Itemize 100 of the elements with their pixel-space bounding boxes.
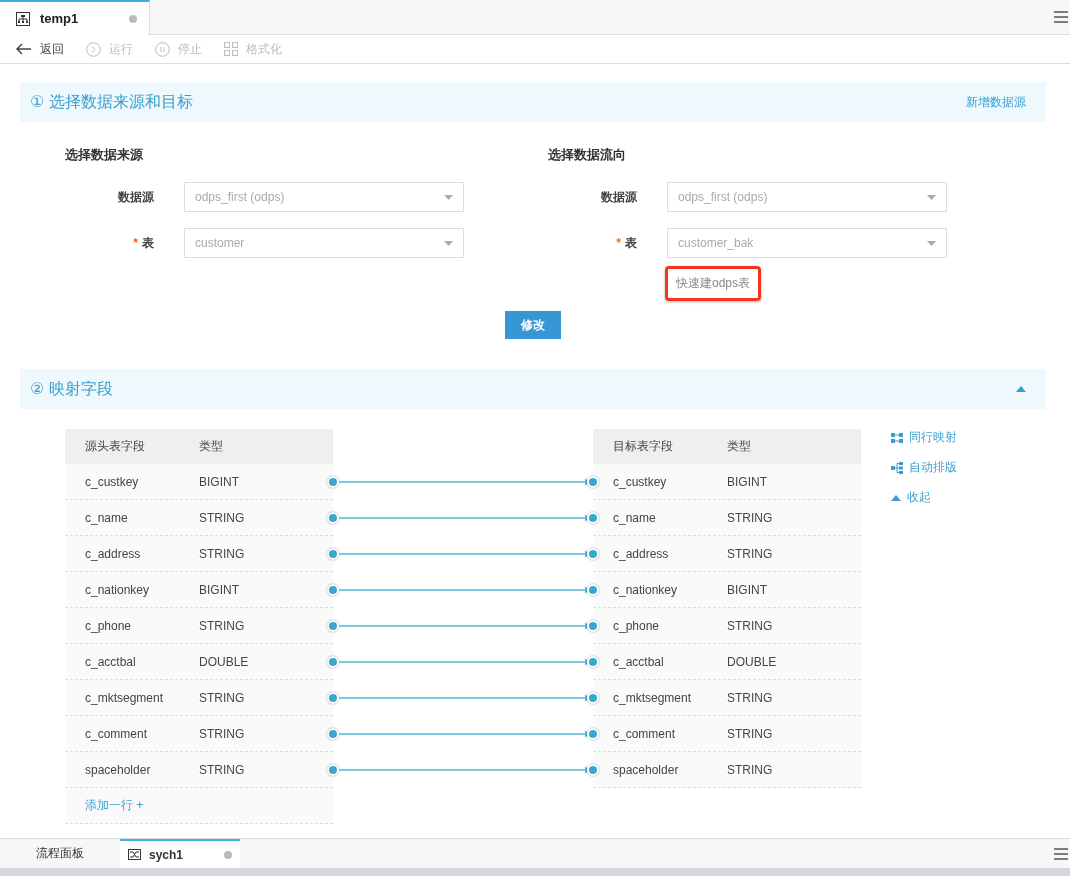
toolbar-button[interactable]: 返回: [16, 40, 64, 58]
pause-circle-icon: [155, 41, 170, 57]
table-cell-text: c_acctbal: [84, 654, 137, 669]
add-datasource-link[interactable]: 新增数据源: [966, 93, 1026, 111]
field-label: 表: [625, 234, 637, 252]
connector-port-icon[interactable]: [587, 476, 599, 488]
field-label: 数据源: [601, 188, 637, 206]
unsaved-dot-icon: [129, 14, 137, 23]
table-cell-text: STRING: [199, 690, 246, 705]
connector-port-icon[interactable]: [327, 476, 339, 488]
connector-port-icon[interactable]: [327, 764, 339, 776]
connector-port-icon[interactable]: [327, 512, 339, 524]
required-mark: *: [616, 236, 621, 250]
connector-port-icon[interactable]: [587, 620, 599, 632]
table-cell-text: BIGINT: [199, 582, 240, 597]
connector-port-icon[interactable]: [587, 728, 599, 740]
required-mark: *: [133, 236, 138, 250]
connector-port-icon[interactable]: [587, 764, 599, 776]
mapping-action-link[interactable]: 同行映射: [891, 429, 957, 446]
tree-layout-icon: [891, 461, 903, 474]
column-header: 类型: [199, 438, 224, 455]
add-row-link[interactable]: 添加一行 +: [65, 797, 144, 814]
connector-port-icon[interactable]: [327, 692, 339, 704]
table-cell-text: STRING: [199, 762, 246, 777]
menu-icon[interactable]: [1054, 847, 1068, 860]
play-circle-icon: [86, 41, 101, 57]
section-title: ② 映射字段: [30, 378, 113, 399]
table-cell-text: STRING: [199, 546, 246, 561]
collapse-caret-icon[interactable]: [1016, 386, 1026, 392]
table-cell-text: c_custkey: [84, 474, 140, 489]
create-table-link[interactable]: 快速建odps表: [665, 266, 762, 301]
connector-port-icon[interactable]: [587, 692, 599, 704]
table-cell-text: spaceholder: [84, 762, 152, 777]
flow-icon: [128, 849, 141, 860]
back-arrow-icon: [16, 43, 32, 55]
connector-port-icon[interactable]: [587, 548, 599, 560]
table-cell-text: STRING: [199, 510, 246, 525]
table-cell-text: c_name: [612, 510, 657, 525]
dropdown-caret-icon[interactable]: [927, 194, 936, 200]
table-cell-text: STRING: [199, 618, 246, 633]
panel-tab[interactable]: 流程面板: [0, 839, 120, 868]
table-cell-text: c_phone: [612, 618, 661, 633]
table-cell-text: STRING: [727, 762, 774, 777]
table-cell-text: spaceholder: [612, 762, 680, 777]
column-header: 类型: [727, 438, 752, 455]
form-title: 选择数据流向: [548, 146, 627, 164]
table-cell-text: c_address: [612, 546, 670, 561]
panel-tab[interactable]: sych1: [120, 839, 240, 868]
table-cell-text: c_nationkey: [612, 582, 679, 597]
table-cell-text: BIGINT: [199, 474, 240, 489]
connector-port-icon[interactable]: [587, 512, 599, 524]
select-field[interactable]: odps_first (odps): [667, 182, 947, 212]
field-label: 表: [142, 234, 154, 252]
modify-button[interactable]: 修改: [505, 311, 561, 339]
column-header: 目标表字段: [612, 438, 674, 455]
table-cell-text: STRING: [727, 726, 774, 741]
connector-port-icon[interactable]: [587, 584, 599, 596]
menu-icon[interactable]: [1054, 11, 1068, 23]
mapping-action-link[interactable]: 收起: [891, 489, 957, 506]
editor-tab[interactable]: temp1: [0, 0, 150, 35]
table-cell-text: c_comment: [612, 726, 677, 741]
field-label: 数据源: [118, 188, 154, 206]
column-header: 源头表字段: [84, 438, 146, 455]
select-field[interactable]: customer_bak: [667, 228, 947, 258]
table-cell-text: c_comment: [84, 726, 149, 741]
table-cell-text: STRING: [727, 618, 774, 633]
table-cell-text: DOUBLE: [199, 654, 250, 669]
row-mapping-icon: [891, 432, 903, 443]
table-cell-text: STRING: [727, 510, 774, 525]
table-cell-text: c_mktsegment: [84, 690, 165, 705]
connector-port-icon[interactable]: [327, 620, 339, 632]
connector-port-icon[interactable]: [587, 656, 599, 668]
table-cell-text: BIGINT: [727, 582, 768, 597]
select-field[interactable]: odps_first (odps): [184, 182, 464, 212]
table-cell-text: BIGINT: [727, 474, 768, 489]
table-cell-text: c_custkey: [612, 474, 668, 489]
table-cell-text: c_acctbal: [612, 654, 665, 669]
table-cell-text: c_name: [84, 510, 129, 525]
table-cell-text: c_address: [84, 546, 142, 561]
mapping-action-link[interactable]: 自动排版: [891, 459, 957, 476]
unsaved-dot-icon: [224, 850, 232, 859]
grid-icon: [224, 42, 238, 56]
table-cell-text: STRING: [727, 690, 774, 705]
table-cell-text: DOUBLE: [727, 654, 778, 669]
connector-port-icon[interactable]: [327, 728, 339, 740]
table-cell-text: STRING: [199, 726, 246, 741]
table-cell-text: c_phone: [84, 618, 133, 633]
connector-port-icon[interactable]: [327, 656, 339, 668]
dropdown-caret-icon[interactable]: [444, 194, 453, 200]
form-title: 选择数据来源: [65, 146, 144, 164]
select-field[interactable]: customer: [184, 228, 464, 258]
diagram-icon: [16, 11, 30, 26]
connector-port-icon[interactable]: [327, 548, 339, 560]
dropdown-caret-icon[interactable]: [444, 240, 453, 246]
section-title: ① 选择数据来源和目标: [30, 91, 193, 112]
table-cell-text: c_nationkey: [84, 582, 151, 597]
connector-port-icon[interactable]: [327, 584, 339, 596]
table-cell-text: c_mktsegment: [612, 690, 693, 705]
table-cell-text: STRING: [727, 546, 774, 561]
dropdown-caret-icon[interactable]: [927, 240, 936, 246]
